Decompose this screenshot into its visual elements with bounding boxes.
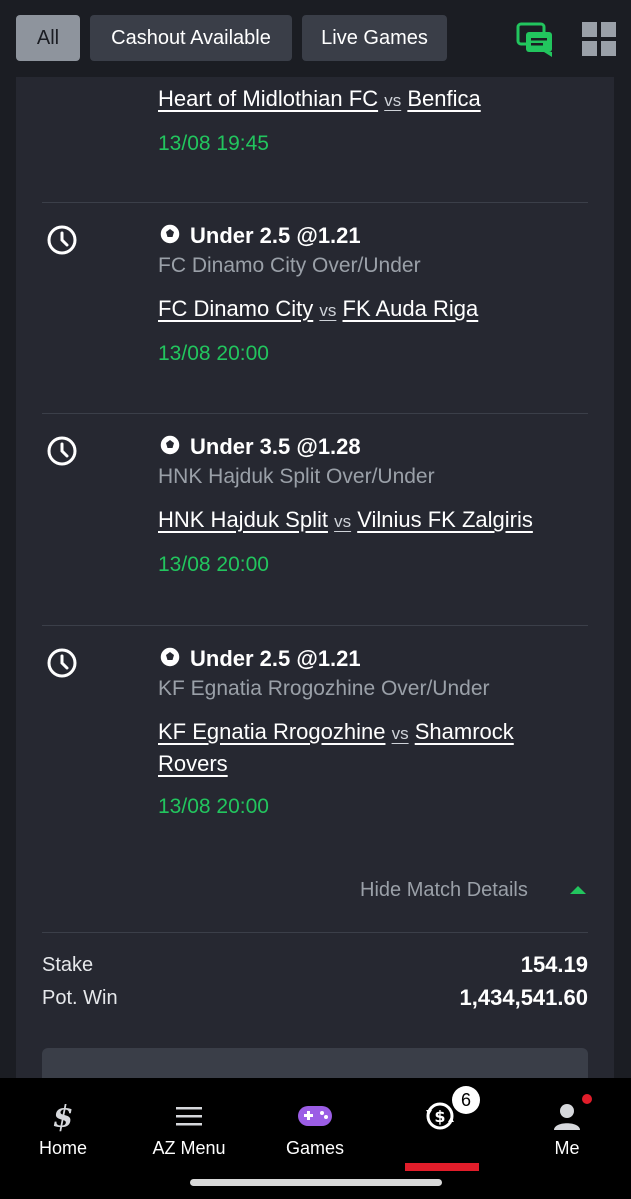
nav-games-label: Games: [285, 1138, 345, 1158]
potential-win-label: Pot. Win: [42, 987, 118, 1009]
match-teams[interactable]: KF Egnatia Rrogozhine vs Shamrock Rovers: [158, 717, 588, 779]
bottom-navigation: $ Home AZ Menu Games $ 6 Me: [0, 1078, 631, 1199]
potential-win-value: 1,434,541.60: [459, 985, 588, 1010]
market-label: HNK Hajduk Split Over/Under: [158, 465, 435, 488]
market-label: KF Egnatia Rrogozhine Over/Under: [158, 677, 490, 700]
clock-icon: [47, 648, 77, 678]
chevron-up-icon: [570, 886, 586, 894]
nav-az-menu[interactable]: AZ Menu: [126, 1078, 252, 1173]
selection: Under 2.5 @1.21: [158, 644, 588, 674]
svg-text:$: $: [53, 1100, 74, 1132]
active-tab-indicator: [405, 1163, 479, 1171]
home-team-link[interactable]: Heart of Midlothian FC: [158, 86, 378, 111]
gamepad-icon: [298, 1106, 332, 1126]
nav-home-label: Home: [38, 1138, 87, 1158]
stake-value: 154.19: [520, 952, 588, 977]
divider: [42, 932, 588, 933]
home-logo-icon: $: [53, 1100, 74, 1132]
match-time: 13/08 20:00: [158, 795, 269, 818]
match-time: 13/08 19:45: [158, 132, 269, 155]
nav-me-label: Me: [554, 1138, 580, 1158]
leg-body: Heart of Midlothian FC vs Benfica 13/08 …: [158, 84, 588, 159]
match-time: 13/08 20:00: [158, 342, 269, 365]
nav-me[interactable]: Me: [504, 1078, 630, 1173]
user-icon: [554, 1104, 580, 1130]
leg-body: Under 2.5 @1.21 KF Egnatia Rrogozhine Ov…: [158, 644, 588, 822]
selection-label: Under 3.5 @1.28: [190, 434, 361, 459]
soccer-ball-icon: [159, 646, 181, 668]
hide-details-label: Hide Match Details: [360, 879, 528, 901]
soccer-ball-icon: [159, 434, 181, 456]
svg-text:$: $: [434, 1107, 445, 1126]
stake-label: Stake: [42, 954, 94, 976]
selection: Under 3.5 @1.28: [158, 432, 588, 462]
filter-bar: All Cashout Available Live Games: [0, 0, 631, 77]
bet-leg: Under 2.5 @1.21 FC Dinamo City Over/Unde…: [42, 221, 588, 381]
filter-live-tab[interactable]: Live Games: [302, 15, 447, 61]
nav-games[interactable]: Games: [252, 1078, 378, 1173]
away-team-link[interactable]: Benfica: [407, 86, 480, 111]
soccer-ball-icon: [159, 223, 181, 245]
vs-label: vs: [334, 512, 352, 531]
bet-leg: Under 2.5 @1.21 KF Egnatia Rrogozhine Ov…: [42, 644, 588, 834]
stake-row: Stake 154.19: [42, 950, 588, 980]
leg-body: Under 3.5 @1.28 HNK Hajduk Split Over/Un…: [158, 432, 588, 580]
home-team-link[interactable]: KF Egnatia Rrogozhine: [158, 719, 385, 744]
selection-label: Under 2.5 @1.21: [190, 646, 361, 671]
divider: [42, 413, 588, 414]
leg-body: Under 2.5 @1.21 FC Dinamo City Over/Unde…: [158, 221, 588, 369]
match-teams[interactable]: Heart of Midlothian FC vs Benfica: [158, 84, 588, 116]
away-team-link[interactable]: FK Auda Riga: [343, 296, 479, 321]
match-teams[interactable]: FC Dinamo City vs FK Auda Riga: [158, 294, 588, 326]
market-label: FC Dinamo City Over/Under: [158, 254, 421, 277]
nav-home[interactable]: $ Home: [0, 1078, 126, 1173]
home-team-link[interactable]: HNK Hajduk Split: [158, 507, 328, 532]
vs-label: vs: [384, 91, 402, 110]
clock-icon: [47, 436, 77, 466]
chat-icon[interactable]: [516, 20, 554, 58]
nav-az-label: AZ Menu: [152, 1138, 226, 1158]
divider: [42, 625, 588, 626]
potential-win-row: Pot. Win 1,434,541.60: [42, 983, 588, 1013]
bet-leg: Under 3.5 @1.28 HNK Hajduk Split Over/Un…: [42, 432, 588, 592]
clock-icon: [47, 225, 77, 255]
nav-my-bets[interactable]: $ 6: [378, 1078, 504, 1173]
match-time: 13/08 20:00: [158, 553, 269, 576]
bets-count-badge: 6: [452, 1086, 480, 1114]
filter-cashout-tab[interactable]: Cashout Available: [90, 15, 292, 61]
grid-icon[interactable]: [580, 20, 618, 58]
away-team-link[interactable]: Vilnius FK Zalgiris: [357, 507, 533, 532]
notification-dot: [582, 1094, 592, 1104]
hide-match-details-toggle[interactable]: Hide Match Details: [360, 877, 588, 903]
home-indicator-bar[interactable]: [190, 1179, 442, 1186]
divider: [42, 202, 588, 203]
match-teams[interactable]: HNK Hajduk Split vs Vilnius FK Zalgiris: [158, 505, 588, 537]
selection-label: Under 2.5 @1.21: [190, 223, 361, 248]
selection: Under 2.5 @1.21: [158, 221, 588, 251]
vs-label: vs: [391, 724, 409, 743]
filter-all-tab[interactable]: All: [16, 15, 80, 61]
bet-leg: Heart of Midlothian FC vs Benfica 13/08 …: [42, 84, 588, 164]
home-team-link[interactable]: FC Dinamo City: [158, 296, 313, 321]
vs-label: vs: [319, 301, 337, 320]
menu-icon: [176, 1107, 202, 1126]
